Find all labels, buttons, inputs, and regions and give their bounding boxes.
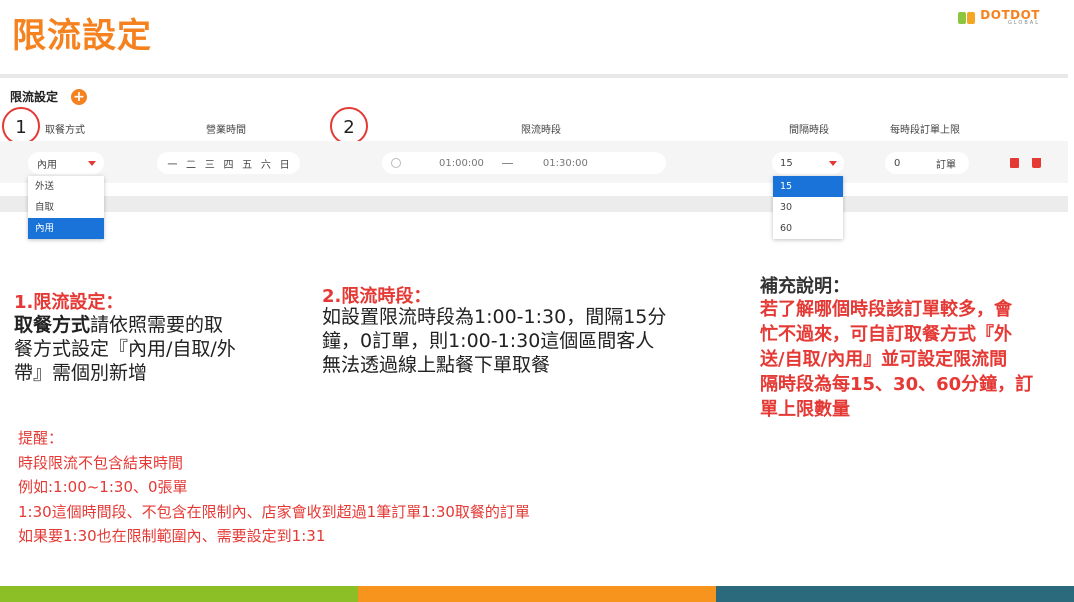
section-label: 限流設定 <box>10 90 59 104</box>
supp-line: 隔時段為每15、30、60分鐘，訂 <box>760 374 1034 395</box>
interval-option-30[interactable]: 30 <box>773 197 843 218</box>
col-header-interval: 間隔時段 <box>789 125 829 136</box>
divider <box>0 74 1068 78</box>
row-footer <box>0 196 1068 212</box>
clock-icon <box>391 158 401 168</box>
page-title: 限流設定 <box>12 16 152 56</box>
note2-line2: 鐘，0訂單，則1:00-1:30這個區間客人 <box>322 330 655 352</box>
meal-option-delivery[interactable]: 外送 <box>28 176 104 197</box>
logo-sub: GLOBAL <box>1007 20 1040 26</box>
supp-body: 若了解哪個時段該訂單較多，會 忙不過來，可自訂取餐方式『外 送/自取/內用』並可… <box>760 297 1072 422</box>
note1-line2: 餐方式設定『內用/自取/外 <box>14 338 236 360</box>
note1-bold: 取餐方式 <box>14 314 91 336</box>
footer-bar-teal <box>716 586 1074 602</box>
reminder-line: 如果要1:30也在限制範圍內、需要設定到1:31 <box>18 527 326 545</box>
interval-value: 15 <box>780 157 793 169</box>
weekday-sun[interactable]: 日 <box>280 156 290 171</box>
note1-line3: 帶』需個別新增 <box>14 362 148 384</box>
reminder-note: 提醒： 時段限流不包含結束時間 例如:1:00~1:30、0張單 1:30這個時… <box>18 426 658 549</box>
footer-bar-green <box>0 586 358 602</box>
start-time[interactable]: 01:00:00 <box>439 158 484 169</box>
business-days: 一 二 三 四 五 六 日 <box>157 152 300 174</box>
meal-method-value: 內用 <box>37 159 57 171</box>
reminder-line: 例如:1:00~1:30、0張單 <box>18 478 188 496</box>
supp-line: 單上限數量 <box>760 399 850 420</box>
note2-line1: 如設置限流時段為1:00-1:30，間隔15分 <box>322 306 667 328</box>
meal-option-pickup[interactable]: 自取 <box>28 197 104 218</box>
weekday-wed[interactable]: 三 <box>205 156 215 171</box>
weekday-thu[interactable]: 四 <box>223 156 233 171</box>
note1-body: 取餐方式請依照需要的取 餐方式設定『內用/自取/外 帶』需個別新增 <box>14 313 314 385</box>
note1-title: 1.限流設定： <box>14 292 124 313</box>
chevron-down-icon <box>88 160 96 166</box>
reminder-line: 1:30這個時間段、不包含在限制內、店家會收到超過1筆訂單1:30取餐的訂單 <box>18 502 530 521</box>
interval-dropdown: 15 30 60 <box>773 176 843 239</box>
order-unit: 訂單 <box>936 159 956 171</box>
weekday-tue[interactable]: 二 <box>186 156 196 171</box>
supp-title: 補充說明： <box>760 276 850 297</box>
order-limit-value: 0 <box>894 157 901 169</box>
trash-icon[interactable] <box>1032 158 1041 168</box>
weekday-mon[interactable]: 一 <box>167 156 177 171</box>
reminder-line: 提醒： <box>18 429 64 447</box>
note1-line1: 請依照需要的取 <box>90 314 224 336</box>
col-header-limit-period: 限流時段 <box>521 125 561 136</box>
col-header-meal-method: 取餐方式 <box>45 125 85 136</box>
save-icon[interactable] <box>1010 158 1019 168</box>
range-separator <box>501 162 513 164</box>
interval-select[interactable]: 15 <box>772 152 844 174</box>
footer-bar-orange <box>358 586 716 602</box>
plus-icon: + <box>73 89 85 105</box>
logo-mark-icon <box>958 11 976 25</box>
note2-body: 如設置限流時段為1:00-1:30，間隔15分 鐘，0訂單，則1:00-1:30… <box>322 305 722 377</box>
col-header-business-hours: 營業時間 <box>206 125 246 136</box>
time-range-picker[interactable]: 01:00:00 01:30:00 <box>382 152 666 174</box>
weekday-sat[interactable]: 六 <box>261 156 271 171</box>
meal-method-select[interactable]: 內用 <box>28 152 104 174</box>
add-button[interactable]: + <box>71 89 87 105</box>
weekday-fri[interactable]: 五 <box>242 156 252 171</box>
col-header-order-limit: 每時段訂單上限 <box>890 125 960 136</box>
supp-line: 若了解哪個時段該訂單較多，會 <box>760 299 1012 320</box>
chevron-down-icon <box>829 160 837 166</box>
interval-option-60[interactable]: 60 <box>773 218 843 239</box>
reminder-line: 時段限流不包含結束時間 <box>18 453 184 472</box>
supp-line: 送/自取/內用』並可設定限流間 <box>760 349 1008 370</box>
interval-option-15[interactable]: 15 <box>773 176 843 197</box>
marker-1: 1 <box>2 107 40 145</box>
marker-2: 2 <box>330 107 368 145</box>
supp-line: 忙不過來，可自訂取餐方式『外 <box>760 324 1012 345</box>
dotdot-logo: DOTDOT GLOBAL <box>958 9 1040 26</box>
meal-method-dropdown: 外送 自取 內用 <box>28 176 104 239</box>
end-time[interactable]: 01:30:00 <box>543 158 588 169</box>
note2-line3: 無法透過線上點餐下單取餐 <box>322 354 551 376</box>
order-limit-input[interactable]: 0 訂單 <box>885 152 969 174</box>
meal-option-dinein[interactable]: 內用 <box>28 218 104 239</box>
